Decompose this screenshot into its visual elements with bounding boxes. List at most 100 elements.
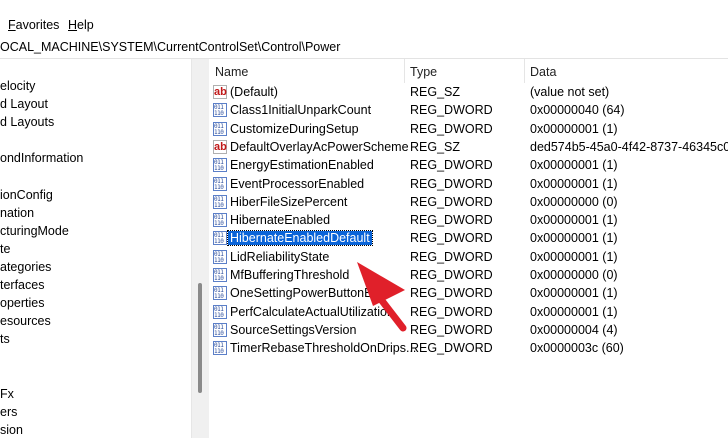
dword-value-icon: 011 110 bbox=[213, 341, 227, 356]
tree-item[interactable]: ondInformation bbox=[0, 151, 83, 165]
tree-item[interactable]: operties bbox=[0, 296, 44, 310]
tree-item[interactable]: ategories bbox=[0, 260, 51, 274]
value-data: (value not set) bbox=[530, 85, 610, 99]
tree-item[interactable]: ts bbox=[0, 332, 10, 346]
dword-value-icon: 011 110 bbox=[213, 176, 227, 191]
table-row[interactable]: 011 110 EventProcessorEnabled REG_DWORD 0x00… bbox=[209, 175, 728, 194]
dword-value-icon: 011 110 bbox=[213, 121, 227, 136]
key-tree[interactable]: elocity d Layout d Layouts ondInformation io… bbox=[0, 59, 191, 438]
value-name: HibernateEnabled bbox=[230, 213, 331, 228]
value-name: HibernateEnabledDefault bbox=[227, 230, 373, 247]
column-header-data[interactable]: Data bbox=[530, 65, 556, 79]
dword-value-icon: 011 110 bbox=[213, 322, 227, 337]
tree-item[interactable]: d Layouts bbox=[0, 115, 54, 129]
column-header-type[interactable]: Type bbox=[410, 65, 437, 79]
value-type: REG_DWORD bbox=[410, 268, 493, 282]
value-name: DefaultOverlayAcPowerScheme bbox=[230, 139, 409, 154]
table-row[interactable]: 011 110 Class1InitialUnparkCount REG_DWORD 0… bbox=[209, 101, 728, 120]
dword-value-icon: 011 110 bbox=[213, 213, 227, 228]
tree-item[interactable]: cturingMode bbox=[0, 224, 69, 238]
value-data: 0x00000001 (1) bbox=[530, 286, 618, 301]
string-value-icon: ab bbox=[213, 85, 227, 99]
tree-item[interactable]: Fx bbox=[0, 387, 14, 401]
table-row[interactable]: 011 110 EnergyEstimationEnabled REG_DWORD 0x… bbox=[209, 156, 728, 175]
tree-item[interactable]: te bbox=[0, 242, 10, 256]
value-type: REG_DWORD bbox=[410, 194, 493, 209]
value-type: REG_DWORD bbox=[410, 121, 493, 136]
value-name: CustomizeDuringSetup bbox=[230, 121, 359, 136]
value-type: REG_DWORD bbox=[410, 341, 493, 356]
value-type: REG_DWORD bbox=[410, 176, 493, 191]
table-row[interactable]: 011 110 SourceSettingsVersion REG_DWORD 0x00… bbox=[209, 321, 728, 340]
value-data: 0x0000003c (60) bbox=[530, 341, 624, 356]
table-row[interactable]: 011 110 TimerRebaseThresholdOnDrips... REG_… bbox=[209, 339, 728, 358]
value-name: SourceSettingsVersion bbox=[230, 322, 357, 337]
value-name: (Default) bbox=[230, 85, 278, 99]
column-divider[interactable] bbox=[404, 59, 405, 83]
value-data: ded574b5-45a0-4f42-8737-46345c09c2 bbox=[530, 139, 728, 154]
menu-favorites[interactable]: Favorites bbox=[8, 18, 59, 32]
table-row[interactable]: ab DefaultOverlayAcPowerScheme REG_SZ ded57… bbox=[209, 138, 728, 157]
menu-help[interactable]: Help bbox=[68, 18, 94, 32]
table-row[interactable]: 011 110 PerfCalculateActualUtilization REG_… bbox=[209, 303, 728, 322]
tree-item[interactable]: nation bbox=[0, 206, 34, 220]
value-name: LidReliabilityState bbox=[230, 249, 330, 264]
value-data: 0x00000040 (64) bbox=[530, 103, 625, 118]
value-name: EventProcessorEnabled bbox=[230, 176, 365, 191]
value-name: EnergyEstimationEnabled bbox=[230, 158, 374, 173]
value-data: 0x00000004 (4) bbox=[530, 322, 618, 337]
tree-item[interactable]: esources bbox=[0, 314, 51, 328]
dword-value-icon: 011 110 bbox=[213, 194, 227, 209]
value-type: REG_DWORD bbox=[410, 286, 493, 301]
value-name: MfBufferingThreshold bbox=[230, 268, 350, 282]
tree-item[interactable]: ers bbox=[0, 405, 17, 419]
value-data: 0x00000001 (1) bbox=[530, 213, 618, 228]
table-row[interactable]: 011 110 HibernateEnabledDefault REG_DWORD 0x… bbox=[209, 229, 728, 248]
tree-item[interactable]: terfaces bbox=[0, 278, 44, 292]
dword-value-icon: 011 110 bbox=[213, 231, 227, 246]
string-value-icon: ab bbox=[213, 139, 227, 154]
value-name: TimerRebaseThresholdOnDrips... bbox=[230, 341, 417, 356]
tree-item[interactable]: ionConfig bbox=[0, 188, 53, 202]
value-name: OneSettingPowerButtonBu bbox=[230, 286, 380, 301]
table-row[interactable]: 011 110 CustomizeDuringSetup REG_DWORD 0x000… bbox=[209, 120, 728, 139]
value-data: 0x00000000 (0) bbox=[530, 268, 618, 282]
tree-item[interactable]: sion bbox=[0, 423, 23, 437]
value-data: 0x00000001 (1) bbox=[530, 176, 618, 191]
table-row[interactable]: 011 110 LidReliabilityState REG_DWORD 0x0000… bbox=[209, 248, 728, 267]
value-name: Class1InitialUnparkCount bbox=[230, 103, 372, 118]
value-data: 0x00000001 (1) bbox=[530, 304, 618, 319]
tree-scrollbar-thumb[interactable] bbox=[198, 283, 202, 393]
value-type: REG_DWORD bbox=[410, 304, 493, 319]
value-name: PerfCalculateActualUtilization bbox=[230, 304, 394, 319]
column-divider[interactable] bbox=[524, 59, 525, 83]
value-data: 0x00000001 (1) bbox=[530, 158, 618, 173]
value-type: REG_DWORD bbox=[410, 249, 493, 264]
value-data: 0x00000001 (1) bbox=[530, 121, 618, 136]
dword-value-icon: 011 110 bbox=[213, 158, 227, 173]
dword-value-icon: 011 110 bbox=[213, 286, 227, 301]
table-row[interactable]: ab (Default) REG_SZ (value not set) bbox=[209, 83, 728, 102]
column-header-name[interactable]: Name bbox=[215, 65, 248, 79]
address-path: OCAL_MACHINE\SYSTEM\CurrentControlSet\Co… bbox=[0, 40, 341, 54]
menu-bar: Favorites Help bbox=[0, 0, 728, 36]
dword-value-icon: 011 110 bbox=[213, 249, 227, 264]
value-data: 0x00000001 (1) bbox=[530, 249, 618, 264]
values-list[interactable]: Name Type Data ab (Default) REG_SZ (value n… bbox=[209, 59, 728, 438]
table-row[interactable]: 011 110 OneSettingPowerButtonBu REG_DWORD 0x… bbox=[209, 284, 728, 303]
value-type: REG_DWORD bbox=[410, 158, 493, 173]
tree-item[interactable]: elocity bbox=[0, 79, 35, 93]
table-row[interactable]: 011 110 MfBufferingThreshold REG_DWORD 0x000… bbox=[209, 266, 728, 285]
tree-scrollbar[interactable] bbox=[191, 59, 210, 438]
list-header: Name Type Data bbox=[209, 59, 728, 83]
dword-value-icon: 011 110 bbox=[213, 268, 227, 282]
value-name: HiberFileSizePercent bbox=[230, 194, 348, 209]
value-type: REG_SZ bbox=[410, 85, 461, 99]
address-bar[interactable]: OCAL_MACHINE\SYSTEM\CurrentControlSet\Co… bbox=[0, 36, 728, 59]
tree-item[interactable]: d Layout bbox=[0, 97, 48, 111]
dword-value-icon: 011 110 bbox=[213, 103, 227, 118]
value-data: 0x00000000 (0) bbox=[530, 194, 618, 209]
table-row[interactable]: 011 110 HiberFileSizePercent REG_DWORD 0x000… bbox=[209, 193, 728, 212]
table-row[interactable]: 011 110 HibernateEnabled REG_DWORD 0x0000000… bbox=[209, 211, 728, 230]
value-type: REG_SZ bbox=[410, 139, 461, 154]
